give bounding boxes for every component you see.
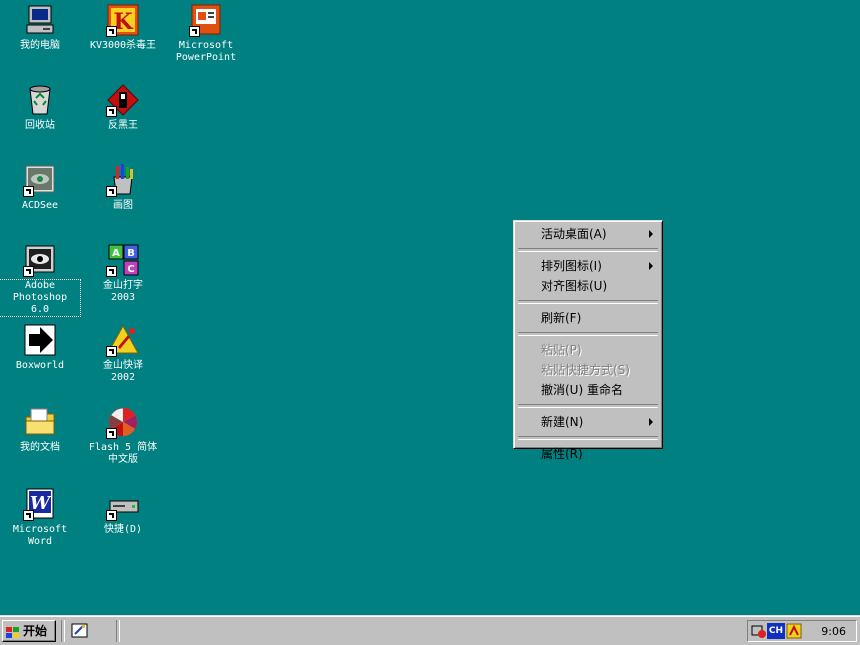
fanheiwang-icon bbox=[106, 83, 140, 117]
desktop-icon-shortcut-d[interactable]: 快捷(D) bbox=[83, 487, 163, 536]
desktop-icon-photoshop[interactable]: Adobe Photoshop 6.0 bbox=[0, 243, 81, 317]
menu-separator bbox=[518, 248, 658, 252]
word-icon: W bbox=[23, 487, 57, 521]
start-label: 开始 bbox=[23, 624, 48, 638]
boxworld-arrow-icon bbox=[23, 323, 57, 357]
icon-label: 金山打字 2003 bbox=[103, 280, 143, 303]
shortcut-arrow-icon bbox=[106, 26, 117, 37]
menu-item-new[interactable]: 新建(N) bbox=[517, 412, 659, 432]
desktop-icon-fanheiwang[interactable]: 反黑王 bbox=[83, 83, 163, 132]
icon-label: 画图 bbox=[113, 200, 133, 211]
menu-item-arrange-icons[interactable]: 排列图标(I) bbox=[517, 256, 659, 276]
icon-label: Microsoft Word bbox=[12, 524, 68, 547]
menu-separator bbox=[518, 436, 658, 440]
menu-separator bbox=[518, 404, 658, 408]
drive-icon bbox=[106, 487, 140, 521]
desktop-icon-boxworld[interactable]: Boxworld bbox=[0, 323, 80, 372]
desktop-icon-powerpoint[interactable]: Microsoft PowerPoint bbox=[166, 3, 246, 64]
shortcut-arrow-icon bbox=[106, 510, 117, 521]
desktop-icon-kv3000[interactable]: K KV3000杀毒王 bbox=[83, 3, 163, 52]
icon-label: 快捷(D) bbox=[103, 524, 143, 535]
icon-label: 反黑王 bbox=[108, 120, 138, 131]
icon-label: 我的文档 bbox=[20, 442, 60, 453]
svg-text:A: A bbox=[112, 248, 120, 259]
shortcut-arrow-icon bbox=[106, 106, 117, 117]
input-method-icon[interactable] bbox=[786, 623, 802, 639]
menu-item-line-up-icons[interactable]: 对齐图标(U) bbox=[517, 276, 659, 296]
icon-label: Flash 5 简体 中文版 bbox=[88, 442, 158, 465]
shortcut-arrow-icon bbox=[23, 510, 34, 521]
powerpoint-icon bbox=[189, 3, 223, 37]
clock[interactable]: 9:06 bbox=[821, 625, 846, 638]
menu-separator bbox=[518, 332, 658, 336]
shortcut-arrow-icon bbox=[106, 186, 117, 197]
menu-item-paste: 粘贴(P) bbox=[541, 343, 582, 357]
kv3000-icon: K bbox=[106, 3, 140, 37]
taskbar-divider bbox=[116, 620, 120, 642]
submenu-arrow-icon bbox=[649, 230, 653, 238]
input-language-indicator[interactable]: CH bbox=[767, 623, 785, 639]
start-button[interactable]: 开始 bbox=[2, 620, 56, 642]
abc-blocks-icon: A B C bbox=[106, 243, 140, 277]
svg-text:B: B bbox=[127, 248, 135, 259]
folder-icon bbox=[23, 405, 57, 439]
translate-icon bbox=[106, 323, 140, 357]
paint-icon bbox=[106, 163, 140, 197]
desktop-icon-my-documents[interactable]: 我的文档 bbox=[0, 405, 80, 454]
icon-label: 回收站 bbox=[25, 120, 55, 131]
icon-label: ACDSee bbox=[21, 200, 59, 211]
recycle-bin-icon bbox=[23, 83, 57, 117]
acdsee-icon bbox=[23, 163, 57, 197]
desktop-icon-my-computer[interactable]: 我的电脑 bbox=[0, 3, 80, 52]
windows-logo-icon bbox=[6, 625, 19, 638]
network-icon[interactable] bbox=[751, 623, 767, 639]
desktop-icon-flash5[interactable]: Flash 5 简体 中文版 bbox=[83, 405, 163, 466]
icon-label: Adobe Photoshop 6.0 bbox=[0, 279, 81, 317]
menu-item-paste-shortcut: 粘贴快捷方式(S) bbox=[541, 363, 630, 377]
desktop-icon-jinshan-translate[interactable]: 金山快译 2002 bbox=[83, 323, 163, 384]
computer-icon bbox=[23, 3, 57, 37]
icon-label: KV3000杀毒王 bbox=[89, 40, 157, 51]
photoshop-eye-icon bbox=[23, 243, 57, 277]
icon-label: Boxworld bbox=[15, 360, 65, 371]
desktop-context-menu: 活动桌面(A) 排列图标(I) 对齐图标(U) 刷新(F) 粘贴(P) 粘贴快捷… bbox=[513, 220, 663, 461]
desktop-icon-paint[interactable]: 画图 bbox=[83, 163, 163, 212]
taskbar: 开始 CH 9:06 bbox=[0, 615, 860, 645]
quicklaunch-show-desktop-icon[interactable] bbox=[70, 622, 90, 640]
flash-icon bbox=[106, 405, 140, 439]
shortcut-arrow-icon bbox=[106, 266, 117, 277]
shortcut-arrow-icon bbox=[23, 266, 34, 277]
icon-label: 我的电脑 bbox=[20, 40, 60, 51]
desktop[interactable]: 我的电脑 回收站 ACDSee Adobe Photoshop 6.0 Boxw… bbox=[0, 0, 860, 614]
shortcut-arrow-icon bbox=[189, 26, 200, 37]
submenu-arrow-icon bbox=[649, 418, 653, 426]
shortcut-arrow-icon bbox=[23, 186, 34, 197]
menu-item-refresh[interactable]: 刷新(F) bbox=[517, 308, 659, 328]
shortcut-arrow-icon bbox=[106, 346, 117, 357]
system-tray: CH 9:06 bbox=[747, 620, 857, 642]
shortcut-arrow-icon bbox=[106, 428, 117, 439]
menu-separator bbox=[518, 300, 658, 304]
submenu-arrow-icon bbox=[649, 262, 653, 270]
desktop-icon-word[interactable]: W Microsoft Word bbox=[0, 487, 80, 548]
menu-item-properties[interactable]: 属性(R) bbox=[517, 444, 659, 464]
icon-label: Microsoft PowerPoint bbox=[175, 40, 237, 63]
desktop-icon-acdsee[interactable]: ACDSee bbox=[0, 163, 80, 212]
icon-label: 金山快译 2002 bbox=[103, 360, 143, 383]
menu-item-undo-rename[interactable]: 撤消(U) 重命名 bbox=[517, 380, 659, 400]
menu-item-active-desktop[interactable]: 活动桌面(A) bbox=[517, 224, 659, 244]
desktop-icon-jinshan-typing[interactable]: A B C 金山打字 2003 bbox=[83, 243, 163, 304]
taskbar-divider bbox=[61, 620, 65, 642]
desktop-icon-recycle-bin[interactable]: 回收站 bbox=[0, 83, 80, 132]
svg-text:C: C bbox=[127, 264, 134, 275]
